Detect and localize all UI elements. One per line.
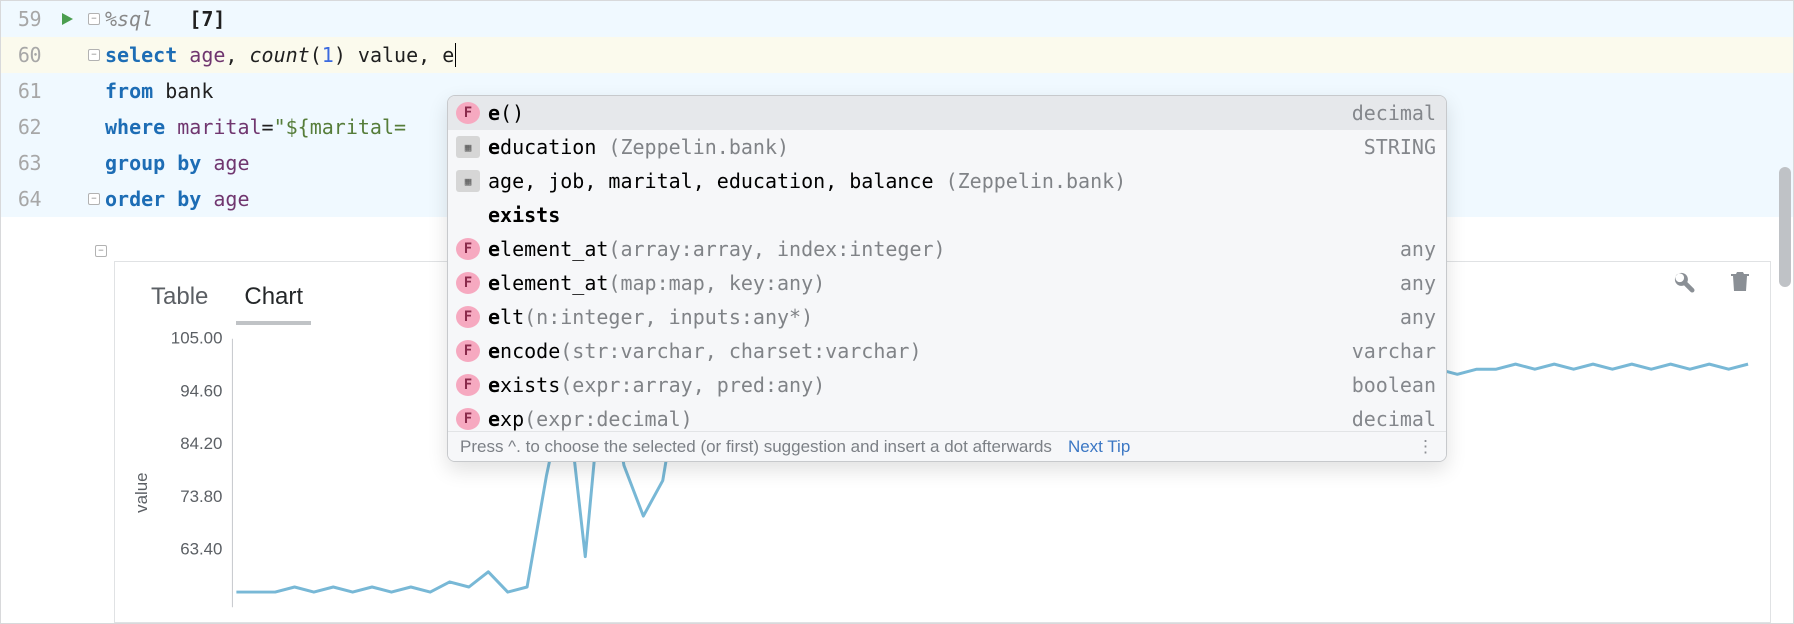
tab-table[interactable]: Table <box>151 283 208 311</box>
completion-item-text: encode(str:varchar, charset:varchar) <box>488 339 1332 363</box>
completion-item-type: any <box>1388 237 1436 261</box>
more-icon[interactable]: ⋮ <box>1417 437 1434 457</box>
line-number: 64 <box>1 187 49 211</box>
svg-text:63.40: 63.40 <box>180 540 222 559</box>
completion-item-text: exists(expr:array, pred:any) <box>488 373 1332 397</box>
completion-item-type: STRING <box>1352 135 1436 159</box>
completion-item-text: exists <box>488 203 1436 227</box>
cell-header-line: %sql [7] <box>103 7 1793 31</box>
completion-item-type: boolean <box>1340 373 1436 397</box>
completion-item-text: e() <box>488 101 1332 125</box>
column-icon: ▦ <box>456 136 480 158</box>
next-tip-link[interactable]: Next Tip <box>1068 437 1130 457</box>
completion-item-text: education (Zeppelin.bank) <box>488 135 1344 159</box>
svg-text:94.60: 94.60 <box>180 381 222 400</box>
fold-region-end[interactable]: − <box>85 193 103 205</box>
completion-item[interactable]: exists <box>448 198 1446 232</box>
code-row-60[interactable]: 60 − select age, count(1) value, e <box>1 37 1793 73</box>
function-icon: F <box>456 340 480 362</box>
line-number: 59 <box>1 7 49 31</box>
completion-hint-bar: Press ^. to choose the selected (or firs… <box>448 431 1446 461</box>
fold-region-start[interactable]: − <box>85 49 103 61</box>
svg-text:84.20: 84.20 <box>180 434 222 453</box>
trash-icon[interactable] <box>1728 268 1752 299</box>
completion-list[interactable]: Fe() decimal ▦ education (Zeppelin.bank) STR… <box>448 96 1446 436</box>
caret: e <box>442 43 456 67</box>
function-icon: F <box>456 272 480 294</box>
function-icon: F <box>456 374 480 396</box>
completion-item-text: element_at(map:map, key:any) <box>488 271 1380 295</box>
vertical-scrollbar-thumb[interactable] <box>1779 167 1791 287</box>
completion-item-text: exp(expr:decimal) <box>488 407 1332 431</box>
svg-text:value: value <box>132 472 151 512</box>
completion-item-type: varchar <box>1340 339 1436 363</box>
column-icon: ▦ <box>456 170 480 192</box>
function-icon: F <box>456 306 480 328</box>
completion-item-text: elt(n:integer, inputs:any*) <box>488 305 1380 329</box>
completion-item[interactable]: ▦ age, job, marital, education, balance (… <box>448 164 1446 198</box>
line-number: 60 <box>1 43 49 67</box>
completion-popup: Fe() decimal ▦ education (Zeppelin.bank) STR… <box>447 95 1447 462</box>
completion-item[interactable]: Felement_at(map:map, key:any) any <box>448 266 1446 300</box>
completion-item-type: any <box>1388 305 1436 329</box>
completion-item[interactable]: Fexists(expr:array, pred:any) boolean <box>448 368 1446 402</box>
completion-item-type: decimal <box>1340 101 1436 125</box>
line-number: 62 <box>1 115 49 139</box>
blank-icon <box>456 204 480 226</box>
completion-item[interactable]: Felement_at(array:array, index:integer) a… <box>448 232 1446 266</box>
wrench-icon[interactable] <box>1670 268 1696 299</box>
fold-region-start[interactable]: − <box>85 13 103 25</box>
line-number: 63 <box>1 151 49 175</box>
svg-text:73.80: 73.80 <box>180 487 222 506</box>
completion-item[interactable]: Fencode(str:varchar, charset:varchar) var… <box>448 334 1446 368</box>
function-icon: F <box>456 408 480 430</box>
fold-output-marker[interactable]: − <box>95 245 107 257</box>
completion-item-text: age, job, marital, education, balance (Z… <box>488 169 1436 193</box>
output-toolbar <box>1670 268 1752 299</box>
function-icon: F <box>456 102 480 124</box>
svg-text:105.00: 105.00 <box>171 329 223 348</box>
run-cell-icon[interactable] <box>49 11 85 27</box>
completion-item[interactable]: Felt(n:integer, inputs:any*) any <box>448 300 1446 334</box>
function-icon: F <box>456 238 480 260</box>
completion-item[interactable]: Fe() decimal <box>448 96 1446 130</box>
completion-hint-text: Press ^. to choose the selected (or firs… <box>460 437 1052 457</box>
completion-item-text: element_at(array:array, index:integer) <box>488 237 1380 261</box>
completion-item-type: decimal <box>1340 407 1436 431</box>
code-row-59[interactable]: 59 − %sql [7] <box>1 1 1793 37</box>
tab-chart[interactable]: Chart <box>244 283 303 311</box>
code-line[interactable]: select age, count(1) value, e <box>103 43 1793 67</box>
completion-item[interactable]: ▦ education (Zeppelin.bank) STRING <box>448 130 1446 164</box>
completion-item-type: any <box>1388 271 1436 295</box>
line-number: 61 <box>1 79 49 103</box>
